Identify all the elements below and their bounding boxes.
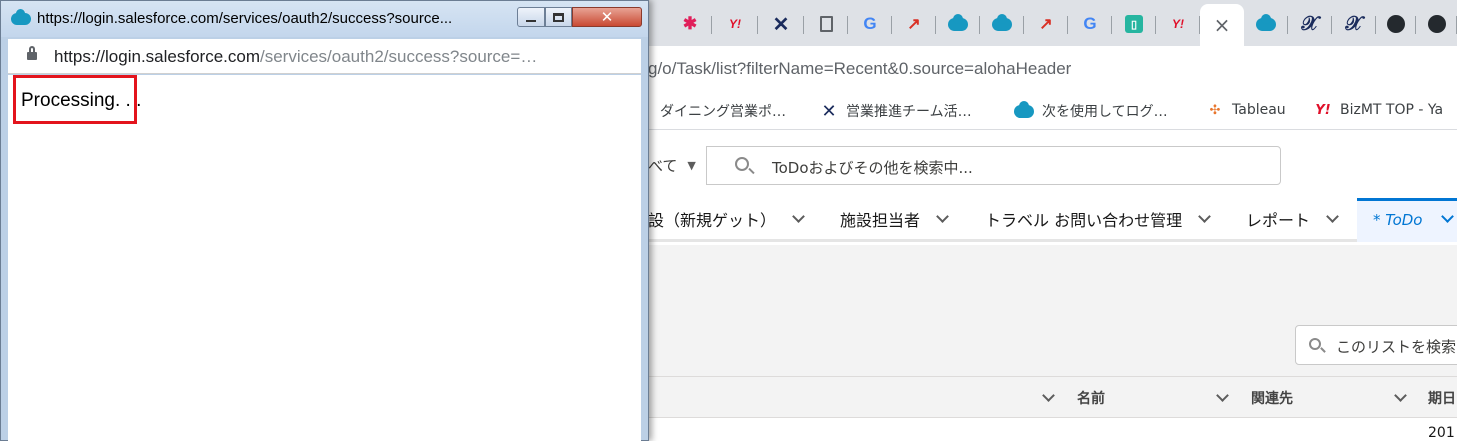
search-scope-dropdown[interactable]: べて ▼ bbox=[648, 155, 696, 176]
list-search-placeholder: このリストを検索 bbox=[1336, 338, 1457, 356]
google-icon: G bbox=[1083, 14, 1097, 33]
bookmark-label: Tableau bbox=[1232, 102, 1286, 118]
popup-title: https://login.salesforce.com/services/oa… bbox=[37, 10, 453, 27]
tab-x-logo[interactable]: 𝒳 bbox=[1332, 6, 1376, 42]
url-path: /services/oauth2/success?source=… bbox=[259, 47, 538, 66]
bookmark-label: BizMT TOP - Ya bbox=[1340, 102, 1444, 118]
search-scope-label: べて bbox=[648, 157, 678, 175]
nav-item[interactable]: 設（新規ゲット） bbox=[648, 207, 805, 231]
github-icon bbox=[1427, 15, 1446, 33]
red-arrow-icon: ↗ bbox=[907, 16, 921, 33]
caret-down-icon: ▼ bbox=[687, 159, 696, 172]
chevron-down-icon[interactable] bbox=[792, 210, 805, 223]
x-logo-icon: 𝒳 bbox=[1301, 12, 1319, 35]
tab-yahoo[interactable]: Y! bbox=[1156, 6, 1200, 42]
address-bar-url[interactable]: g/o/Task/list?filterName=Recent&0.source… bbox=[648, 59, 1071, 79]
global-search-input[interactable]: ToDoおよびその他を検索中... bbox=[706, 146, 1281, 185]
popup-content: Processing. . . bbox=[8, 75, 641, 441]
tab-x-logo[interactable]: ✕ bbox=[758, 6, 804, 42]
salesforce-cloud-icon bbox=[1256, 13, 1276, 31]
bookmark-label: 次を使用してログ… bbox=[1042, 104, 1168, 120]
bookmark-item[interactable]: ダイニング営業ポ… bbox=[660, 101, 786, 121]
column-header-related[interactable]: 関連先 bbox=[1251, 388, 1293, 408]
nav-item-label: 施設担当者 bbox=[840, 211, 921, 230]
github-icon bbox=[1387, 15, 1405, 33]
tab-document[interactable] bbox=[804, 6, 848, 42]
salesforce-cloud-icon bbox=[1014, 100, 1034, 118]
list-search-input[interactable]: このリストを検索 bbox=[1295, 325, 1457, 365]
nav-item-label: 設（新規ゲット） bbox=[648, 211, 777, 230]
tab-yahoo[interactable]: Y! bbox=[712, 6, 758, 42]
slack-icon: ✱ bbox=[682, 14, 698, 33]
chevron-down-icon[interactable] bbox=[1394, 389, 1407, 402]
search-icon bbox=[735, 157, 749, 171]
x-logo-icon: ✕ bbox=[772, 13, 790, 36]
minimize-icon bbox=[526, 20, 536, 22]
tab-active[interactable]: × bbox=[1200, 4, 1244, 46]
tab-google[interactable]: G bbox=[1068, 6, 1112, 42]
due-date-cell: 201 bbox=[1428, 425, 1455, 441]
x-logo-icon: 𝒳 bbox=[1345, 12, 1363, 35]
tab-green-app[interactable]: ▯ bbox=[1112, 6, 1156, 42]
chevron-down-icon[interactable] bbox=[936, 210, 949, 223]
bookmark-item[interactable]: Y! BizMT TOP - Ya bbox=[1314, 101, 1443, 119]
popup-address-bar[interactable]: https://login.salesforce.com/services/oa… bbox=[8, 39, 641, 74]
search-icon bbox=[1309, 338, 1321, 350]
maximize-button[interactable] bbox=[545, 7, 572, 27]
nav-item[interactable]: 施設担当者 bbox=[840, 207, 949, 231]
salesforce-cloud-icon bbox=[992, 13, 1012, 31]
tab-red-arrow[interactable]: ↗ bbox=[1024, 6, 1068, 42]
tab-github[interactable] bbox=[1376, 6, 1416, 42]
search-placeholder: ToDoおよびその他を検索中... bbox=[772, 159, 973, 177]
tab-github[interactable] bbox=[1416, 6, 1457, 42]
yahoo-icon: Y! bbox=[1315, 102, 1331, 118]
chevron-down-icon[interactable] bbox=[1216, 389, 1229, 402]
green-app-icon: ▯ bbox=[1125, 15, 1143, 33]
popup-title-bar[interactable]: https://login.salesforce.com/services/oa… bbox=[1, 1, 648, 37]
x-logo-icon: ✕ bbox=[821, 100, 837, 122]
chevron-down-icon[interactable] bbox=[1198, 210, 1211, 223]
tab-x-logo[interactable]: 𝒳 bbox=[1288, 6, 1332, 42]
bookmark-label: 営業推進チーム活… bbox=[846, 104, 972, 120]
bookmark-label: ダイニング営業ポ… bbox=[660, 104, 786, 120]
lock-icon bbox=[27, 46, 37, 60]
popup-url[interactable]: https://login.salesforce.com/services/oa… bbox=[54, 47, 614, 67]
minimize-button[interactable] bbox=[517, 7, 545, 27]
yahoo-icon: Y! bbox=[729, 17, 741, 31]
chevron-down-icon[interactable] bbox=[1042, 389, 1055, 402]
column-header-due-date[interactable]: 期日 bbox=[1428, 388, 1456, 408]
nav-item-label: レポート bbox=[1246, 211, 1311, 230]
close-tab-icon[interactable]: × bbox=[1214, 13, 1231, 37]
tab-google[interactable]: G bbox=[848, 6, 892, 42]
nav-item[interactable]: トラベル お問い合わせ管理 bbox=[985, 207, 1211, 231]
salesforce-cloud-icon bbox=[11, 9, 31, 25]
bookmark-item[interactable]: ✕ 営業推進チーム活… bbox=[820, 100, 972, 122]
salesforce-cloud-icon bbox=[948, 13, 968, 31]
tab-salesforce[interactable] bbox=[936, 6, 980, 42]
column-header-name[interactable]: 名前 bbox=[1077, 388, 1105, 408]
document-icon bbox=[819, 16, 833, 32]
close-button[interactable]: ✕ bbox=[572, 7, 642, 27]
google-icon: G bbox=[863, 14, 877, 33]
maximize-icon bbox=[553, 12, 564, 22]
tableau-icon: ✣ bbox=[1209, 102, 1221, 118]
nav-active-label: * ToDo bbox=[1373, 211, 1423, 229]
bookmark-item[interactable]: ✣ Tableau bbox=[1206, 101, 1286, 119]
chevron-down-icon[interactable] bbox=[1326, 210, 1339, 223]
tab-slack[interactable]: ✱ bbox=[668, 6, 712, 42]
bookmark-item[interactable]: 次を使用してログ… bbox=[1014, 100, 1168, 121]
oauth-popup-window: https://login.salesforce.com/services/oa… bbox=[0, 0, 649, 441]
red-arrow-icon: ↗ bbox=[1039, 16, 1053, 33]
tab-salesforce[interactable] bbox=[980, 6, 1024, 42]
nav-item[interactable]: レポート bbox=[1246, 207, 1339, 231]
nav-item-active-todo[interactable]: * ToDo bbox=[1357, 198, 1457, 242]
tab-salesforce[interactable] bbox=[1244, 6, 1288, 42]
url-host: https://login.salesforce.com bbox=[54, 47, 260, 66]
chevron-down-icon[interactable] bbox=[1441, 210, 1454, 223]
red-highlight-box bbox=[13, 75, 137, 124]
yahoo-icon: Y! bbox=[1172, 17, 1184, 31]
tab-red-arrow[interactable]: ↗ bbox=[892, 6, 936, 42]
close-icon: ✕ bbox=[600, 8, 614, 26]
nav-item-label: トラベル お問い合わせ管理 bbox=[985, 211, 1183, 230]
